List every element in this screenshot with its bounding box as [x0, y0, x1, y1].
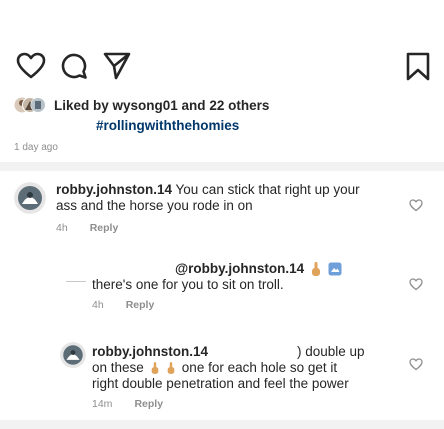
post-action-bar	[0, 52, 444, 88]
liked-by-others[interactable]: 22 others	[209, 98, 269, 113]
comment-like-heart-icon[interactable]	[409, 358, 423, 371]
comment-like-heart-icon[interactable]	[409, 199, 423, 212]
liked-by-text: Liked by wysong01 and 22 others	[54, 98, 269, 113]
liked-by-prefix: Liked by	[54, 97, 113, 113]
reply-button[interactable]: Reply	[90, 222, 119, 234]
reply-mention[interactable]: @robby.johnston.14	[175, 261, 304, 277]
comment-meta: 4h Reply	[56, 222, 118, 234]
liked-by-connector: and	[177, 97, 210, 113]
comment-meta: 14m Reply	[92, 398, 163, 410]
liked-by-username[interactable]: wysong01	[113, 98, 178, 113]
user-avatar-icon	[60, 342, 86, 368]
comment-username[interactable]: robby.johnston.14	[92, 344, 208, 359]
heart-icon[interactable]	[16, 52, 46, 80]
send-icon[interactable]	[103, 52, 131, 80]
liked-by-row[interactable]: Liked by wysong01 and 22 others	[14, 95, 269, 115]
bookmark-icon[interactable]	[405, 52, 431, 82]
reply-thread-line	[66, 281, 86, 282]
comment-text-line3: right double penetration and feel the po…	[92, 376, 349, 391]
hand-emoji-icon	[151, 362, 159, 374]
comment-username[interactable]: robby.johnston.14	[56, 182, 172, 197]
section-divider	[0, 162, 444, 171]
comment-meta: 4h Reply	[92, 299, 154, 311]
comment-time: 14m	[92, 398, 113, 410]
liker-avatar-group-icon	[14, 97, 46, 113]
reply-button[interactable]: Reply	[126, 299, 155, 311]
comment-time: 4h	[56, 222, 68, 234]
comment-text-line2: on these	[92, 360, 144, 375]
comment-text-line1: You can stick that right up your	[172, 182, 360, 197]
avatar[interactable]	[60, 342, 86, 368]
comment-time: 4h	[92, 299, 104, 311]
bottom-divider	[0, 420, 444, 429]
comment-item: robby.johnston.14 You can stick that rig…	[0, 176, 444, 246]
liked-avatars	[14, 96, 46, 114]
hand-emoji-icon	[167, 362, 175, 374]
image-emoji-icon	[328, 262, 342, 276]
comment-text-line2: ass and the horse you rode in on	[56, 198, 253, 213]
comment-like-heart-icon[interactable]	[409, 278, 423, 291]
user-avatar-icon	[14, 182, 46, 214]
comment-item: robby.johnston.14 ) double up on these o…	[0, 338, 444, 414]
comment-text-line2b: one for each hole so get it	[181, 360, 338, 375]
comment-body: robby.johnston.14 ) double up on these o…	[92, 344, 392, 392]
reply-button[interactable]: Reply	[134, 398, 163, 410]
reply-mention-line: @robby.johnston.14	[175, 261, 342, 277]
comment-body: robby.johnston.14 You can stick that rig…	[56, 182, 396, 214]
comment-icon[interactable]	[60, 52, 88, 80]
post-timestamp: 1 day ago	[14, 142, 58, 153]
reply-text: there's one for you to sit on troll.	[92, 277, 284, 292]
post-hashtag[interactable]: #rollingwiththehomies	[96, 118, 239, 133]
comment-text-line1-tail: ) double up	[297, 344, 365, 359]
avatar[interactable]	[14, 182, 46, 214]
comment-item: @robby.johnston.14 there's one for you t…	[0, 258, 444, 320]
hand-emoji-icon	[312, 262, 321, 276]
